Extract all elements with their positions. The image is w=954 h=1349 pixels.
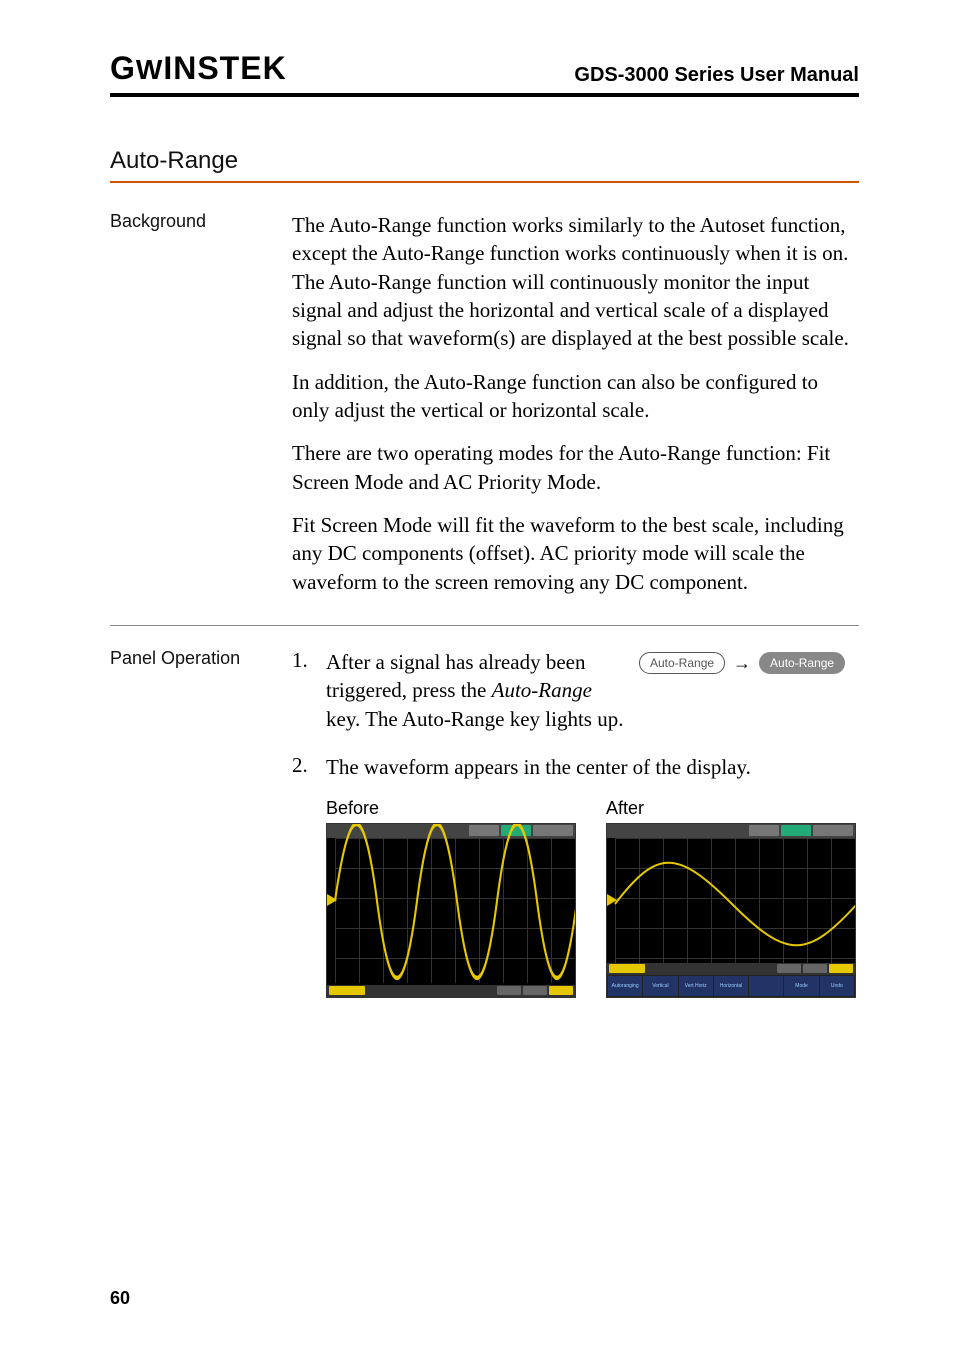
step-number: 2. (292, 753, 316, 781)
after-column: After (606, 798, 856, 998)
background-label: Background (110, 211, 270, 611)
panel-step-2: 2. The waveform appears in the center of… (110, 753, 859, 997)
separator (110, 625, 859, 626)
before-column: Before (326, 798, 576, 998)
auto-range-key-on-icon: Auto-Range (759, 652, 845, 674)
step-number: 1. (292, 648, 316, 733)
page-number: 60 (110, 1288, 130, 1309)
background-block: Background The Auto-Range function works… (110, 211, 859, 611)
background-body: The Auto-Range function works similarly … (292, 211, 859, 611)
key-illustration: Auto-Range → Auto-Range (639, 648, 859, 733)
section-heading: Auto-Range (110, 147, 859, 183)
page-header: GWINSTEK GDS-3000 Series User Manual (110, 50, 859, 97)
body-para: There are two operating modes for the Au… (292, 439, 859, 496)
after-label: After (606, 798, 856, 819)
auto-range-key-off-icon: Auto-Range (639, 652, 725, 674)
before-label: Before (326, 798, 576, 819)
panel-step-1: Panel Operation 1. After a signal has al… (110, 648, 859, 733)
scope-screenshot-after: Autoranging Vertical Vert Horiz Horizont… (606, 823, 856, 998)
body-para: In addition, the Auto-Range function can… (292, 368, 859, 425)
before-after-container: Before (326, 798, 859, 998)
step-text: The waveform appears in the center of th… (326, 753, 859, 781)
step-text: After a signal has already been triggere… (326, 648, 629, 733)
arrow-right-icon: → (733, 653, 751, 673)
brand-logo: GWINSTEK (110, 50, 287, 87)
scope-screenshot-before (326, 823, 576, 998)
panel-label: Panel Operation (110, 648, 270, 733)
doc-title: GDS-3000 Series User Manual (574, 64, 859, 87)
body-para: The Auto-Range function works similarly … (292, 211, 859, 353)
body-para: Fit Screen Mode will fit the waveform to… (292, 511, 859, 596)
